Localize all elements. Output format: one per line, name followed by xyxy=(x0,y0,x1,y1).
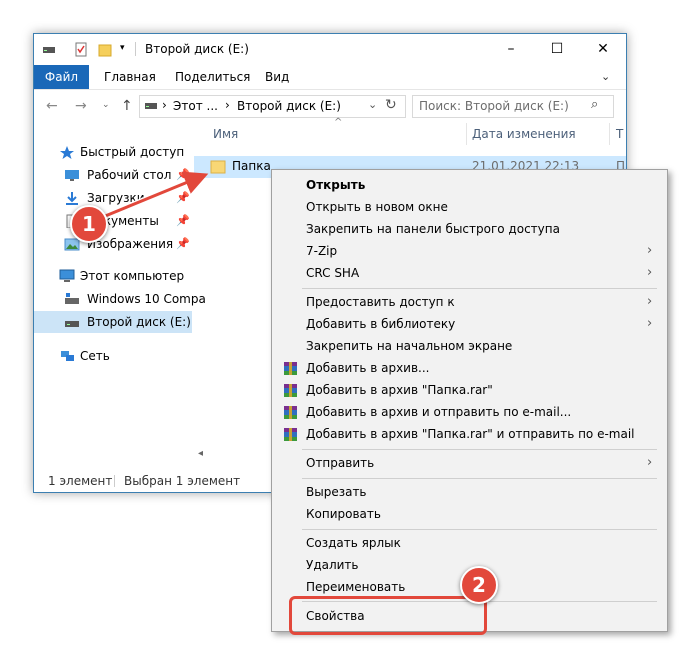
desktop-icon xyxy=(65,170,79,181)
divider xyxy=(135,42,136,56)
nav-item-drive-e[interactable]: Второй диск (E:) xyxy=(34,311,192,333)
nav-item-this-pc[interactable]: Этот компьютер xyxy=(34,265,192,287)
status-selected: Выбран 1 элемент xyxy=(124,474,241,488)
status-count: 1 элемент xyxy=(48,474,113,488)
tab-home[interactable]: Главная xyxy=(104,65,156,89)
submenu-arrow-icon: › xyxy=(647,316,653,331)
column-divider xyxy=(466,123,467,145)
address-row: ← → ⌄ ↑ › Этот ... › Второй диск (E:) ⌄ … xyxy=(34,89,626,123)
menu-separator xyxy=(302,449,657,450)
menu-item-send-to[interactable]: Отправить › xyxy=(272,452,667,474)
nav-item-images[interactable]: Изображения 📌 xyxy=(34,233,192,255)
breadcrumb-drive[interactable]: Второй диск (E:) xyxy=(237,99,341,113)
menu-item-pin-start[interactable]: Закрепить на начальном экране xyxy=(272,335,667,357)
column-header-date[interactable]: Дата изменения xyxy=(472,127,576,141)
nav-item-desktop[interactable]: Рабочий стол 📌 xyxy=(34,164,192,186)
properties-icon[interactable] xyxy=(74,42,88,57)
winrar-icon xyxy=(284,384,297,397)
drive-icon xyxy=(43,47,55,53)
folder-icon xyxy=(210,160,226,174)
address-bar[interactable]: › Этот ... › Второй диск (E:) ⌄ ↻ xyxy=(139,95,406,118)
menu-item-open-new-window[interactable]: Открыть в новом окне xyxy=(272,196,667,218)
context-menu: Открыть Открыть в новом окне Закрепить н… xyxy=(271,169,668,632)
menu-item-add-archive-rar[interactable]: Добавить в архив "Папка.rar" xyxy=(272,379,667,401)
chevron-down-icon[interactable]: ⌄ xyxy=(601,70,610,83)
column-divider xyxy=(609,123,610,145)
drive-icon xyxy=(145,103,157,109)
submenu-arrow-icon: › xyxy=(647,455,653,470)
pin-icon[interactable]: 📌 xyxy=(176,210,190,232)
menu-item-give-access[interactable]: Предоставить доступ к › xyxy=(272,291,667,313)
file-name: Папка xyxy=(232,159,271,173)
column-header-type[interactable]: Т xyxy=(616,127,623,141)
star-icon xyxy=(60,146,74,159)
winrar-icon xyxy=(284,362,297,375)
search-placeholder: Поиск: Второй диск (E:) xyxy=(419,99,569,113)
title-bar: ▾ Второй диск (E:) – ☐ ✕ xyxy=(34,34,626,65)
menu-separator xyxy=(302,478,657,479)
nav-item-windows-drive[interactable]: Windows 10 Compa xyxy=(34,288,206,310)
new-folder-icon[interactable] xyxy=(98,42,112,57)
menu-item-pin-quick-access[interactable]: Закрепить на панели быстрого доступа xyxy=(272,218,667,240)
up-icon[interactable]: ↑ xyxy=(121,98,133,114)
divider xyxy=(114,475,115,487)
step-badge-2: 2 xyxy=(460,566,498,604)
menu-item-add-archive-rar-email[interactable]: Добавить в архив "Папка.rar" и отправить… xyxy=(272,423,667,445)
drive-icon xyxy=(65,321,79,327)
step-badge-1: 1 xyxy=(70,205,108,243)
tab-file[interactable]: Файл xyxy=(34,65,89,89)
minimize-button[interactable]: – xyxy=(488,34,534,65)
submenu-arrow-icon: › xyxy=(647,265,653,280)
pin-icon[interactable]: 📌 xyxy=(176,233,190,255)
close-button[interactable]: ✕ xyxy=(580,34,626,65)
menu-item-add-to-library[interactable]: Добавить в библиотеку › xyxy=(272,313,667,335)
network-icon xyxy=(61,351,74,361)
window-title: Второй диск (E:) xyxy=(145,42,249,56)
menu-item-7zip[interactable]: 7-Zip › xyxy=(272,240,667,262)
submenu-arrow-icon: › xyxy=(647,243,653,258)
menu-item-add-archive-email[interactable]: Добавить в архив и отправить по e-mail..… xyxy=(272,401,667,423)
breadcrumb-this-pc[interactable]: Этот ... xyxy=(173,99,218,113)
windows-drive-icon xyxy=(65,293,79,304)
maximize-button[interactable]: ☐ xyxy=(534,34,580,65)
back-icon[interactable]: ← xyxy=(46,98,58,114)
download-icon xyxy=(66,192,78,205)
pin-icon[interactable]: 📌 xyxy=(176,164,190,186)
refresh-icon[interactable]: ↻ xyxy=(385,97,397,113)
navigation-pane: Быстрый доступ Рабочий стол 📌 Загрузки 📌… xyxy=(34,123,206,463)
menu-item-crc-sha[interactable]: CRC SHA › xyxy=(272,262,667,284)
computer-icon xyxy=(59,269,75,282)
address-dropdown-icon[interactable]: ⌄ xyxy=(368,98,377,111)
ribbon-tabs: Файл Главная Поделиться Вид ⌄ xyxy=(34,65,626,90)
highlight-box xyxy=(289,596,487,635)
nav-item-quick-access[interactable]: Быстрый доступ xyxy=(34,141,192,163)
nav-item-network[interactable]: Сеть xyxy=(34,345,192,367)
pin-icon[interactable]: 📌 xyxy=(176,187,190,209)
tab-share[interactable]: Поделиться xyxy=(175,65,250,89)
quick-access-dropdown-icon[interactable]: ▾ xyxy=(120,43,125,53)
breadcrumb-chevron-icon: › xyxy=(162,98,167,112)
menu-separator xyxy=(302,288,657,289)
tab-view[interactable]: Вид xyxy=(265,65,289,89)
breadcrumb-chevron-icon: › xyxy=(225,98,230,112)
scroll-left-icon[interactable]: ◂ xyxy=(198,448,203,459)
forward-icon[interactable]: → xyxy=(75,98,87,114)
column-header-name[interactable]: Имя xyxy=(213,127,238,141)
menu-item-add-archive[interactable]: Добавить в архив... xyxy=(272,357,667,379)
nav-item-documents[interactable]: Документы 📌 xyxy=(34,210,192,232)
submenu-arrow-icon: › xyxy=(647,294,653,309)
menu-item-create-shortcut[interactable]: Создать ярлык xyxy=(272,532,667,554)
menu-item-cut[interactable]: Вырезать xyxy=(272,481,667,503)
sort-indicator-icon: ^ xyxy=(334,117,343,128)
winrar-icon xyxy=(284,428,297,441)
search-icon[interactable]: ⌕ xyxy=(591,97,598,112)
search-input[interactable]: Поиск: Второй диск (E:) ⌕ xyxy=(412,95,614,118)
menu-item-copy[interactable]: Копировать xyxy=(272,503,667,525)
winrar-icon xyxy=(284,406,297,419)
menu-item-open[interactable]: Открыть xyxy=(272,174,667,196)
menu-separator xyxy=(302,529,657,530)
recent-dropdown-icon[interactable]: ⌄ xyxy=(102,100,110,110)
nav-item-downloads[interactable]: Загрузки 📌 xyxy=(34,187,192,209)
